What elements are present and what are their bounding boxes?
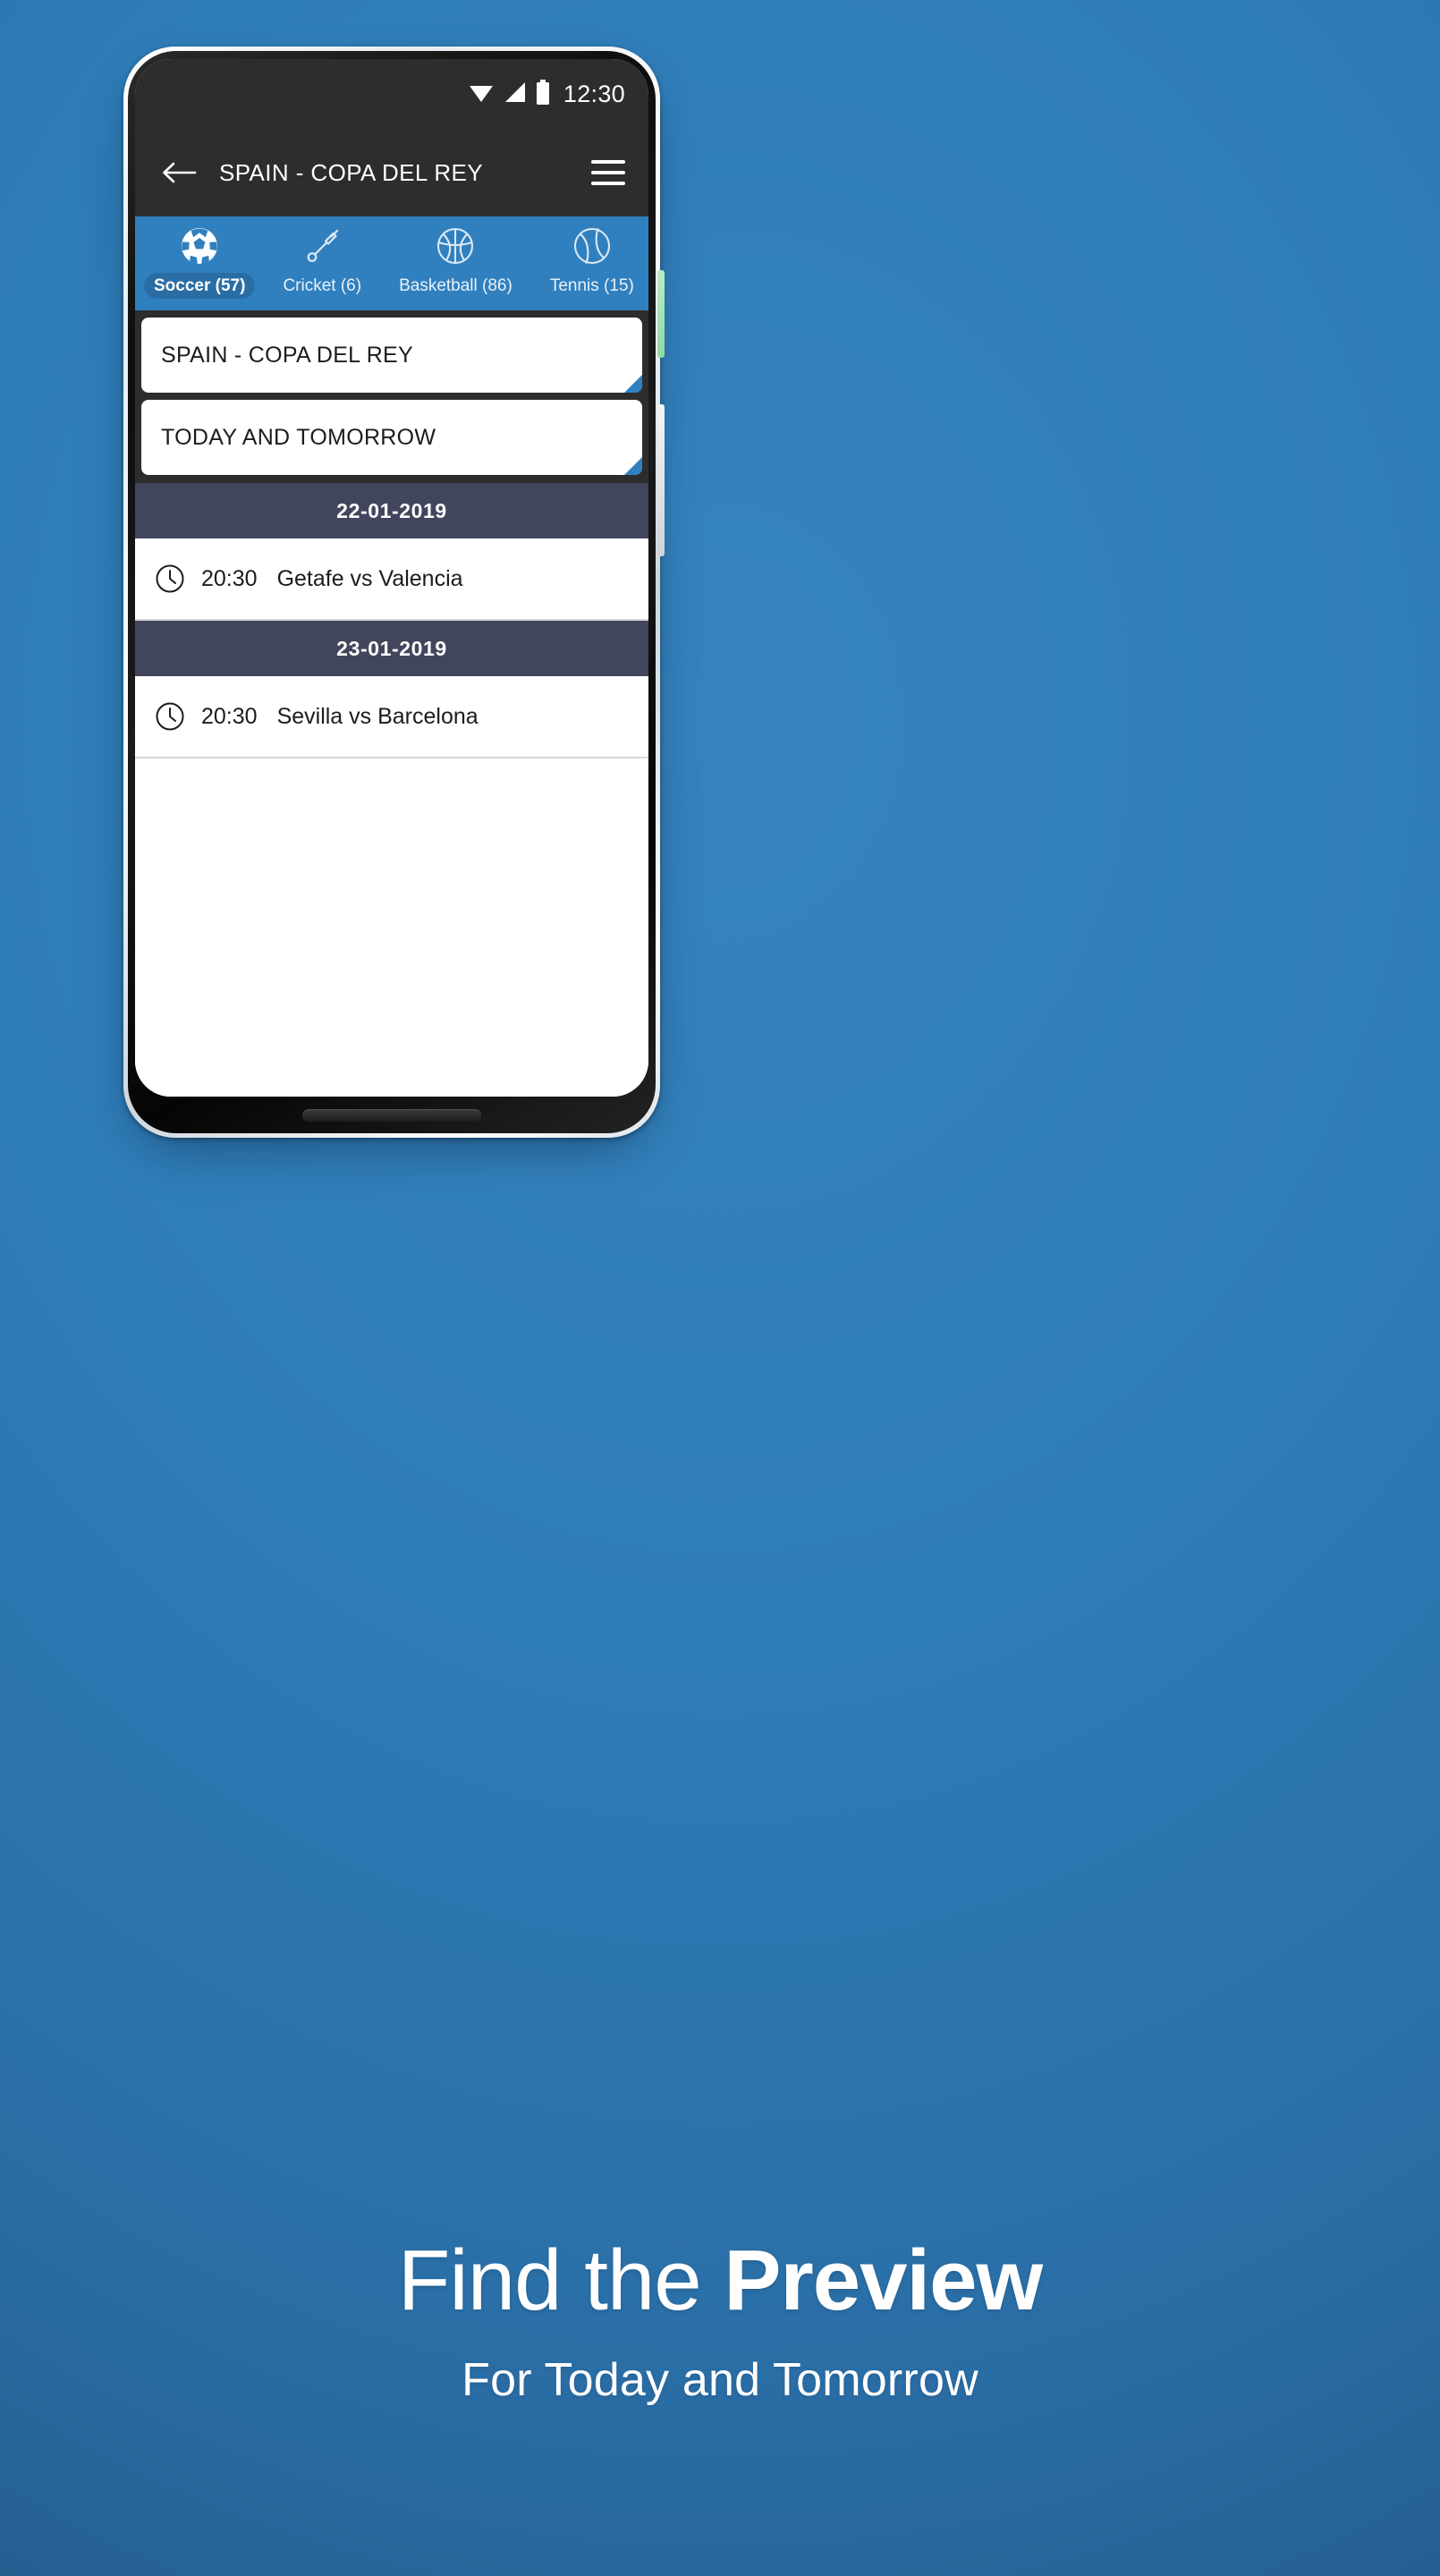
tab-tennis[interactable]: Tennis (15) bbox=[531, 216, 648, 310]
back-arrow-icon[interactable] bbox=[155, 148, 203, 197]
period-selector-value: TODAY AND TOMORROW bbox=[161, 424, 436, 450]
match-time: 20:30 bbox=[201, 565, 258, 591]
phone-outer-frame: 12:30 SPAIN - COPA DEL REY Soccer (57) C… bbox=[123, 47, 660, 1138]
phone-mockup: 12:30 SPAIN - COPA DEL REY Soccer (57) C… bbox=[123, 47, 665, 1150]
speaker-grille bbox=[302, 1109, 481, 1122]
wifi-icon bbox=[468, 80, 495, 108]
match-list: 22-01-2019 20:30 Getafe vs Valencia 23-0… bbox=[135, 483, 648, 1097]
volume-rocker-button[interactable] bbox=[657, 404, 665, 556]
tab-label-soccer: Soccer (57) bbox=[144, 273, 256, 299]
page-title: SPAIN - COPA DEL REY bbox=[219, 158, 484, 186]
power-button[interactable] bbox=[657, 270, 665, 358]
signal-icon bbox=[504, 80, 527, 108]
promo-title-strong: Preview bbox=[724, 2233, 1043, 2328]
match-row[interactable]: 20:30 Getafe vs Valencia bbox=[135, 538, 648, 621]
match-teams: Sevilla vs Barcelona bbox=[276, 703, 479, 729]
phone-screen: 12:30 SPAIN - COPA DEL REY Soccer (57) C… bbox=[135, 59, 648, 1097]
app-content: SPAIN - COPA DEL REY TODAY AND TOMORROW … bbox=[135, 310, 648, 1097]
clock-icon bbox=[155, 564, 185, 594]
app-bar: SPAIN - COPA DEL REY bbox=[135, 129, 648, 216]
status-bar-clock: 12:30 bbox=[563, 80, 625, 107]
basketball-icon bbox=[435, 225, 476, 267]
promo-title: Find the Preview bbox=[0, 2233, 1440, 2328]
card-corner-marker bbox=[624, 375, 642, 393]
cricket-bat-icon bbox=[301, 225, 343, 267]
selector-cards-zone: SPAIN - COPA DEL REY TODAY AND TOMORROW bbox=[135, 310, 648, 483]
date-header: 22-01-2019 bbox=[135, 483, 648, 538]
hamburger-menu-icon[interactable] bbox=[579, 149, 625, 196]
date-header-label: 22-01-2019 bbox=[336, 498, 447, 522]
date-header: 23-01-2019 bbox=[135, 621, 648, 676]
promo-block: Find the Preview For Today and Tomorrow bbox=[0, 2233, 1440, 2407]
status-bar: 12:30 bbox=[135, 59, 648, 129]
promo-title-plain: Find the bbox=[397, 2233, 724, 2328]
period-selector-card[interactable]: TODAY AND TOMORROW bbox=[141, 400, 642, 475]
tennis-ball-icon bbox=[572, 225, 613, 267]
sports-tab-bar[interactable]: Soccer (57) Cricket (6) Basketball (86) … bbox=[135, 216, 648, 310]
soccer-ball-icon bbox=[179, 225, 220, 267]
match-row[interactable]: 20:30 Sevilla vs Barcelona bbox=[135, 676, 648, 758]
league-selector-card[interactable]: SPAIN - COPA DEL REY bbox=[141, 318, 642, 393]
date-header-label: 23-01-2019 bbox=[336, 636, 447, 660]
tab-label-basketball: Basketball (86) bbox=[399, 276, 512, 295]
tab-label-cricket: Cricket (6) bbox=[283, 276, 362, 295]
match-teams: Getafe vs Valencia bbox=[276, 565, 463, 591]
tab-soccer[interactable]: Soccer (57) bbox=[135, 216, 264, 310]
battery-icon bbox=[536, 79, 550, 109]
tab-basketball[interactable]: Basketball (86) bbox=[380, 216, 531, 310]
league-selector-value: SPAIN - COPA DEL REY bbox=[161, 342, 414, 368]
tab-cricket[interactable]: Cricket (6) bbox=[264, 216, 380, 310]
clock-icon bbox=[155, 701, 185, 732]
status-bar-icons bbox=[468, 79, 550, 109]
card-corner-marker bbox=[624, 457, 642, 475]
promo-subtitle: For Today and Tomorrow bbox=[462, 2353, 978, 2406]
tab-label-tennis: Tennis (15) bbox=[549, 276, 634, 295]
match-time: 20:30 bbox=[201, 703, 258, 729]
